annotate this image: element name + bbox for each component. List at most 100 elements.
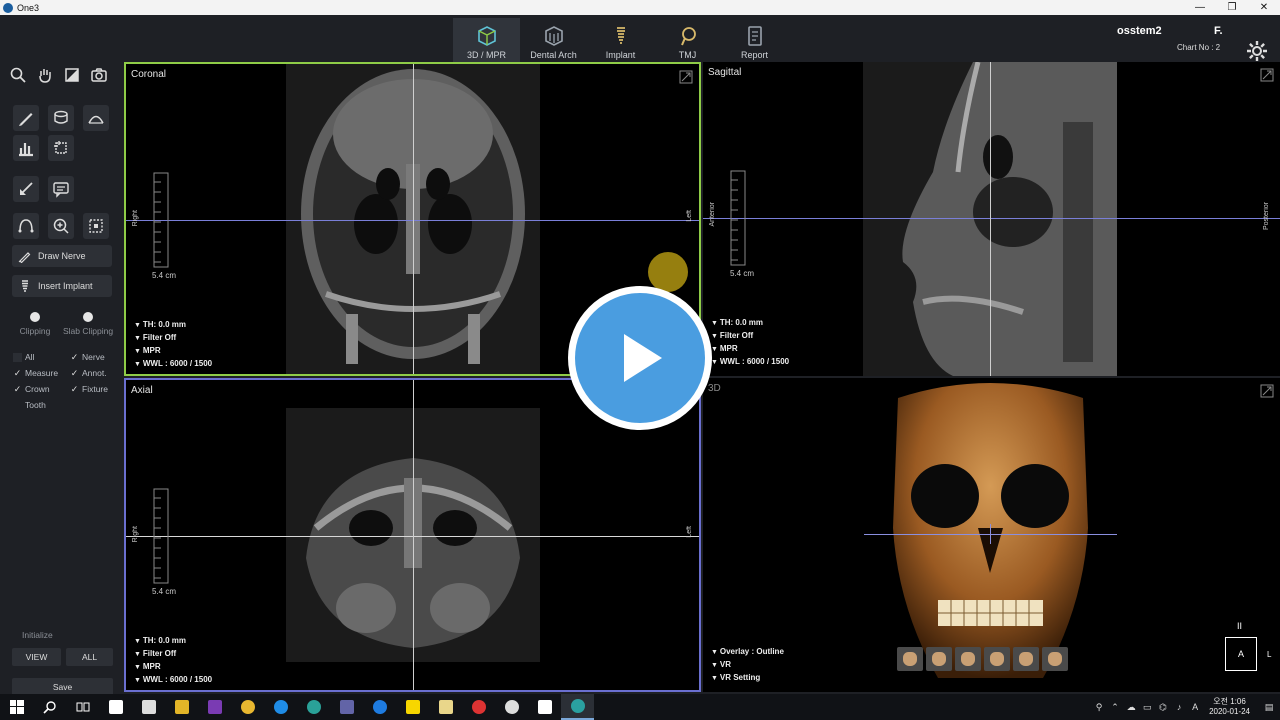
taskbar-app-store[interactable] (99, 694, 132, 720)
crosshair-horizontal[interactable] (703, 218, 1280, 219)
onenote-icon (207, 700, 222, 714)
histogram-button[interactable] (13, 135, 39, 161)
pause-button[interactable]: II (1237, 621, 1242, 631)
clipping-toggle[interactable]: Clipping (5, 312, 65, 336)
taskbar-app-kakao[interactable] (396, 694, 429, 720)
angle-button[interactable] (48, 105, 74, 131)
play-circle (575, 293, 705, 423)
arc-measure-button[interactable] (83, 105, 109, 131)
notification-icon[interactable]: ▤ (1258, 694, 1280, 720)
taskbar-app-onenote[interactable] (198, 694, 231, 720)
3d-viewport[interactable]: 3D II A L Overlay : Outline VR VR Setti (703, 378, 1280, 692)
taskbar-app-player[interactable] (429, 694, 462, 720)
curve-button[interactable] (13, 213, 39, 239)
info-vr[interactable]: VR (711, 659, 784, 672)
filter-label: All (25, 352, 35, 362)
tab-tmj[interactable]: TMJ (654, 18, 721, 62)
filter-measure-checkbox[interactable]: ✓ Measure (13, 368, 58, 378)
capture-button[interactable] (86, 62, 112, 88)
preset-right-view[interactable] (955, 647, 981, 671)
expand-icon[interactable] (1260, 68, 1274, 82)
ruler-button[interactable] (13, 105, 39, 131)
arrow-button[interactable] (13, 176, 39, 202)
crosshair-vertical[interactable] (990, 524, 991, 544)
pan-button[interactable] (32, 62, 58, 88)
magnify-button[interactable] (48, 213, 74, 239)
start-button[interactable] (0, 694, 33, 720)
all-button[interactable]: ALL (66, 648, 113, 666)
taskbar-app-explorer[interactable] (165, 694, 198, 720)
filter-fixture-checkbox[interactable]: ✓ Fixture (70, 384, 108, 394)
gear-icon[interactable] (1245, 39, 1269, 63)
taskbar-app-ie[interactable] (363, 694, 396, 720)
volume-icon[interactable]: ♪ (1171, 694, 1187, 720)
taskbar-app-green[interactable] (297, 694, 330, 720)
info-filter[interactable]: Filter Off (134, 648, 212, 661)
roi-button[interactable] (83, 213, 109, 239)
area-measure-button[interactable] (48, 135, 74, 161)
taskbar-app-chrome[interactable] (231, 694, 264, 720)
info-overlay[interactable]: Overlay : Outline (711, 646, 784, 659)
tab-dental-arch[interactable]: Dental Arch (520, 18, 587, 62)
chevron-up-icon[interactable]: ⌃ (1107, 694, 1123, 720)
taskbar-app-clock[interactable] (495, 694, 528, 720)
ime-icon[interactable]: A (1187, 694, 1203, 720)
taskbar-app-mail[interactable] (132, 694, 165, 720)
preset-front-view[interactable] (926, 647, 952, 671)
filter-nerve-checkbox[interactable]: ✓ Nerve (70, 352, 105, 362)
window-level-button[interactable] (59, 62, 85, 88)
info-mode[interactable]: MPR (134, 345, 212, 358)
filter-crown-checkbox[interactable]: ✓ Crown (13, 384, 50, 394)
info-wwl[interactable]: WWL : 6000 / 1500 (711, 356, 789, 369)
info-thickness[interactable]: TH: 0.0 mm (134, 319, 212, 332)
restore-button[interactable]: ❐ (1216, 0, 1248, 15)
info-mode[interactable]: MPR (134, 661, 212, 674)
preset-back-view[interactable] (1042, 647, 1068, 671)
battery-icon[interactable]: ▭ (1139, 694, 1155, 720)
taskbar-clock[interactable]: 오전 1:06 2020-01-24 (1209, 697, 1250, 717)
info-filter[interactable]: Filter Off (134, 332, 212, 345)
tab-implant[interactable]: Implant (587, 18, 654, 62)
tab-report[interactable]: Report (721, 18, 788, 62)
crosshair-vertical[interactable] (413, 64, 414, 374)
search-button[interactable] (33, 694, 66, 720)
draw-nerve-button[interactable]: Draw Nerve (12, 245, 112, 267)
info-mode[interactable]: MPR (711, 343, 789, 356)
view-button[interactable]: VIEW (12, 648, 61, 666)
filter-annot-checkbox[interactable]: ✓ Annot. (70, 368, 107, 378)
taskbar-app-one3[interactable] (561, 694, 594, 720)
taskbar-app-record[interactable] (462, 694, 495, 720)
sagittal-viewport[interactable]: Sagittal Anterior Posterior 5.4 cm TH: 0… (703, 62, 1280, 376)
info-thickness[interactable]: TH: 0.0 mm (134, 635, 212, 648)
taskbar-app-clapper[interactable] (528, 694, 561, 720)
preset-left-view[interactable] (897, 647, 923, 671)
cloud-icon[interactable]: ☁ (1123, 694, 1139, 720)
info-wwl[interactable]: WWL : 6000 / 1500 (134, 358, 212, 371)
insert-implant-button[interactable]: Insert Implant (12, 275, 112, 297)
expand-icon[interactable] (1260, 384, 1274, 398)
video-play-button[interactable] (568, 286, 712, 430)
close-button[interactable]: ✕ (1248, 0, 1280, 15)
info-wwl[interactable]: WWL : 6000 / 1500 (134, 674, 212, 687)
minimize-button[interactable]: — (1184, 0, 1216, 15)
taskbar-app-teams[interactable] (330, 694, 363, 720)
zoom-button[interactable] (5, 62, 31, 88)
network-icon[interactable]: ⌬ (1155, 694, 1171, 720)
preset-bottom-view[interactable] (984, 647, 1010, 671)
filter-all-checkbox[interactable]: All (13, 352, 34, 362)
preset-top-view[interactable] (1013, 647, 1039, 671)
crosshair-vertical[interactable] (990, 62, 991, 376)
taskbar-app-edge[interactable] (264, 694, 297, 720)
slab-clipping-toggle[interactable]: Slab Clipping (58, 312, 118, 336)
orientation-cube[interactable]: A (1225, 637, 1257, 671)
tab-3d-mpr[interactable]: 3D / MPR (453, 18, 520, 62)
task-view-button[interactable] (66, 694, 99, 720)
info-thickness[interactable]: TH: 0.0 mm (711, 317, 789, 330)
crosshair-vertical[interactable] (413, 380, 414, 690)
filter-tooth-checkbox[interactable]: Tooth (13, 400, 46, 410)
expand-icon[interactable] (679, 70, 693, 84)
info-vr-setting[interactable]: VR Setting (711, 672, 784, 685)
note-button[interactable] (48, 176, 74, 202)
people-icon[interactable]: ⚲ (1091, 694, 1107, 720)
info-filter[interactable]: Filter Off (711, 330, 789, 343)
